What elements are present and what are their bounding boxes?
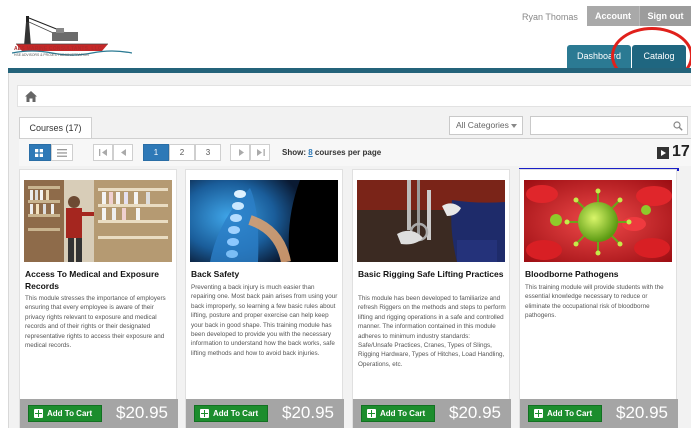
list-icon bbox=[57, 149, 67, 157]
prev-page-button[interactable] bbox=[113, 144, 133, 161]
grid-icon bbox=[35, 149, 43, 157]
company-logo[interactable] bbox=[12, 10, 132, 66]
add-to-cart-label: Add To Cart bbox=[47, 409, 93, 418]
course-title[interactable]: Back Safety bbox=[191, 268, 339, 280]
course-price: $20.95 bbox=[116, 403, 168, 422]
course-price: $20.95 bbox=[616, 403, 668, 422]
user-name: Ryan Thomas bbox=[522, 12, 578, 22]
courses-count: (17) bbox=[65, 123, 82, 133]
play-box-icon bbox=[657, 147, 669, 159]
add-to-cart-button[interactable]: Add To Cart bbox=[361, 405, 435, 422]
add-to-cart-label: Add To Cart bbox=[213, 409, 259, 418]
course-description: This module stresses the importance of e… bbox=[25, 295, 166, 350]
page-3-button[interactable]: 3 bbox=[195, 144, 221, 161]
breadcrumb bbox=[17, 85, 691, 107]
course-image-back-safety[interactable] bbox=[190, 180, 338, 262]
add-to-cart-button[interactable]: Add To Cart bbox=[28, 405, 102, 422]
list-view-button[interactable] bbox=[51, 144, 73, 161]
card-footer: Add To Cart $20.95 bbox=[520, 399, 678, 428]
first-page-button[interactable] bbox=[93, 144, 113, 161]
plus-icon bbox=[534, 409, 543, 418]
card-footer: Add To Cart $20.95 bbox=[20, 399, 178, 428]
first-page-icon bbox=[99, 149, 107, 156]
course-image-medical-records[interactable] bbox=[24, 180, 172, 262]
next-page-button[interactable] bbox=[230, 144, 250, 161]
course-title[interactable]: Access To Medical and Exposure Records bbox=[25, 268, 173, 292]
per-page-label: Show: 8 courses per page bbox=[282, 148, 381, 157]
course-count-value: 17 bbox=[672, 143, 690, 160]
last-page-button[interactable] bbox=[250, 144, 270, 161]
course-description: This training module will provide studen… bbox=[525, 284, 664, 320]
category-select[interactable]: All Categories bbox=[449, 116, 523, 135]
logo-name: AES MARINE CONSULTANTS, LLC bbox=[14, 46, 102, 52]
show-prefix: Show: bbox=[282, 148, 306, 157]
catalog-page: AES MARINE CONSULTANTS, LLC HSE ADVISORS… bbox=[0, 0, 691, 428]
home-icon[interactable] bbox=[24, 90, 38, 103]
course-card[interactable]: Access To Medical and Exposure Records T… bbox=[19, 169, 178, 428]
course-image-rigging[interactable] bbox=[357, 180, 505, 262]
account-button[interactable]: Account bbox=[587, 6, 639, 26]
page-2-button[interactable]: 2 bbox=[169, 144, 195, 161]
course-image-bloodborne[interactable] bbox=[524, 180, 672, 262]
last-page-icon bbox=[257, 149, 265, 156]
add-to-cart-label: Add To Cart bbox=[380, 409, 426, 418]
course-card[interactable]: Basic Rigging Safe Lifting Practices Thi… bbox=[352, 169, 511, 428]
plus-icon bbox=[367, 409, 376, 418]
sign-out-button[interactable]: Sign out bbox=[639, 6, 691, 26]
per-page-select[interactable]: 8 bbox=[308, 148, 312, 157]
page-1-button[interactable]: 1 bbox=[143, 144, 169, 161]
tab-courses[interactable]: Courses (17) bbox=[19, 117, 92, 138]
courses-toolbar: 1 2 3 Show: 8 courses per page 17 bbox=[19, 138, 691, 166]
course-title[interactable]: Basic Rigging Safe Lifting Practices bbox=[358, 268, 506, 280]
course-card[interactable]: Back Safety Preventing a back injury is … bbox=[185, 169, 344, 428]
next-page-icon bbox=[239, 149, 244, 156]
card-footer: Add To Cart $20.95 bbox=[186, 399, 344, 428]
search-input[interactable] bbox=[530, 116, 688, 135]
chevron-down-icon bbox=[511, 124, 517, 128]
prev-page-icon bbox=[121, 149, 126, 156]
plus-icon bbox=[200, 409, 209, 418]
main-content: Courses (17) All Categories 1 2 3 Show: … bbox=[8, 73, 691, 428]
card-footer: Add To Cart $20.95 bbox=[353, 399, 511, 428]
course-card[interactable]: Bloodborne Pathogens This training modul… bbox=[519, 169, 678, 428]
category-select-value: All Categories bbox=[456, 120, 509, 130]
logo-tagline: HSE ADVISORS & PROJECT ADMINISTRATION bbox=[14, 53, 89, 57]
grid-view-button[interactable] bbox=[29, 144, 51, 161]
course-description: Preventing a back injury is much easier … bbox=[191, 284, 338, 357]
add-to-cart-label: Add To Cart bbox=[547, 409, 593, 418]
search-icon[interactable] bbox=[673, 121, 683, 131]
plus-icon bbox=[34, 409, 43, 418]
course-price: $20.95 bbox=[282, 403, 334, 422]
course-price: $20.95 bbox=[449, 403, 501, 422]
add-to-cart-button[interactable]: Add To Cart bbox=[528, 405, 602, 422]
course-description: This module has been developed to famili… bbox=[358, 295, 506, 368]
show-suffix: courses per page bbox=[314, 148, 382, 157]
add-to-cart-button[interactable]: Add To Cart bbox=[194, 405, 268, 422]
courses-tab-label: Courses bbox=[29, 123, 63, 133]
course-title[interactable]: Bloodborne Pathogens bbox=[525, 268, 673, 280]
